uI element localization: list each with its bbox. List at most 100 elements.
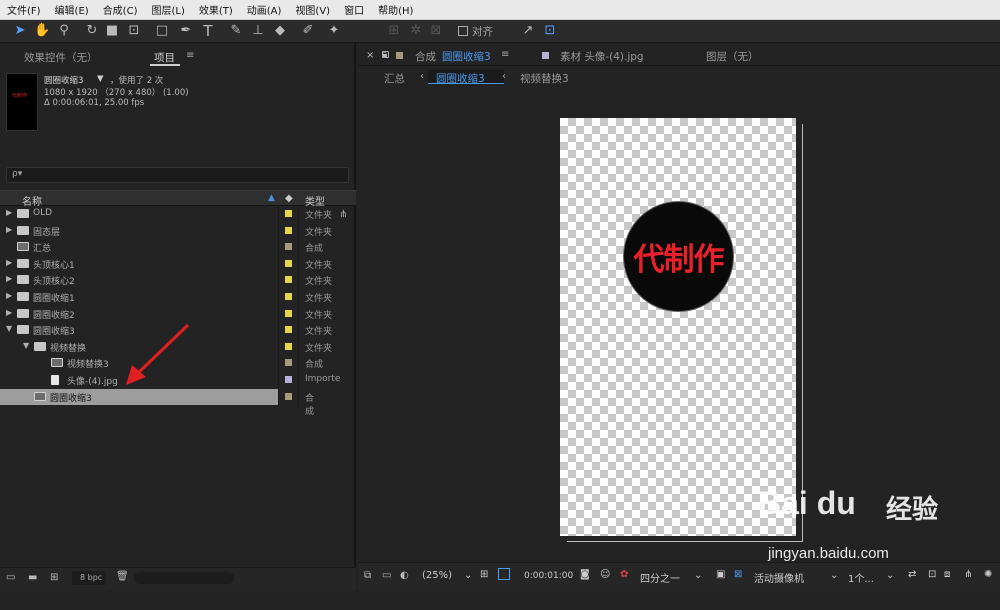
show-snapshot-icon[interactable]: ☺ [600, 569, 610, 580]
sort-ascending-icon[interactable]: ▲ [268, 193, 275, 203]
reset-exposure-icon[interactable]: ⇄ [908, 569, 916, 580]
panel-menu-icon[interactable]: ≡ [186, 50, 194, 61]
expand-right-icon[interactable]: ▶ [6, 225, 12, 234]
expand-right-icon[interactable]: ▶ [6, 308, 12, 317]
label-color-swatch[interactable] [285, 276, 292, 284]
label-color-swatch[interactable] [285, 226, 292, 234]
project-item-row[interactable]: 汇总 合成 [0, 239, 340, 255]
rotate-tool-icon[interactable]: ↻ [84, 23, 100, 39]
menu-effect[interactable]: 效果(T) [192, 2, 240, 17]
composition-viewer[interactable]: 代制作 [358, 91, 1000, 610]
snap-checkbox[interactable] [458, 26, 468, 36]
interpret-footage-icon[interactable]: ▭ [6, 572, 15, 583]
zoom-tool-icon[interactable]: ⚲ [56, 23, 72, 39]
chevron-down-icon[interactable]: ⌄ [886, 570, 894, 581]
fast-preview-icon[interactable]: ▣ [716, 569, 725, 580]
camera-select[interactable]: 活动摄像机 [754, 570, 804, 585]
project-item-row[interactable]: ▶ OLD 文件夹 [0, 206, 340, 222]
flowchart-icon[interactable]: ⋔ [339, 209, 347, 220]
label-color-swatch[interactable] [285, 259, 292, 267]
project-item-row[interactable]: 圆圈收缩3 合成 [0, 388, 314, 417]
thumbnail-scrollbar[interactable] [134, 572, 234, 584]
panel-menu-icon[interactable]: ≡ [501, 49, 509, 60]
close-tab-icon[interactable]: × [366, 50, 374, 61]
timeline-icon[interactable]: ⧈ [944, 569, 950, 580]
expand-right-icon[interactable]: ▶ [6, 274, 12, 283]
menu-animation[interactable]: 动画(A) [240, 2, 289, 17]
usage-dropdown-icon[interactable]: ▼ [97, 74, 104, 84]
black-circle-layer[interactable]: 代制作 [623, 201, 734, 312]
region-of-interest-icon[interactable] [498, 568, 510, 580]
tab-layer[interactable]: 图层（无） [706, 49, 759, 64]
project-item-row[interactable]: ▶ 圆圈收缩1 文件夹 [0, 289, 340, 305]
project-item-row[interactable]: ▶ 头顶核心2 文件夹 [0, 272, 340, 288]
chevron-down-icon[interactable]: ⌄ [830, 570, 838, 581]
tab-comp-prefix[interactable]: 合成 [415, 49, 436, 64]
label-color-swatch[interactable] [285, 210, 292, 217]
hand-tool-icon[interactable]: ✋ [34, 23, 50, 39]
expand-down-icon[interactable]: ▼ [6, 324, 12, 333]
label-color-swatch[interactable] [285, 342, 292, 350]
snapshot-icon[interactable]: ◙ [580, 569, 590, 580]
label-column-icon[interactable]: ◆ [285, 193, 293, 204]
project-item-row[interactable]: ▶ 固态层 文件夹 [0, 223, 340, 239]
roto-brush-tool-icon[interactable]: ✐ [300, 23, 316, 39]
tab-footage[interactable]: 素材 头像-(4).jpg [560, 49, 644, 64]
project-search-input[interactable]: ρ▾ [6, 167, 349, 183]
always-preview-icon[interactable]: ⧉ [364, 570, 371, 581]
new-folder-icon[interactable]: ▬ [28, 572, 37, 583]
new-composition-icon[interactable]: ⊞ [50, 572, 58, 583]
menu-edit[interactable]: 编辑(E) [48, 2, 96, 17]
flowchart-icon[interactable]: ⋔ [964, 569, 972, 580]
views-select[interactable]: 1个... [848, 570, 874, 585]
chevron-down-icon[interactable]: ⌄ [694, 570, 702, 581]
rectangle-tool-icon[interactable]: □ [154, 23, 170, 39]
tab-project[interactable]: 项目 [154, 50, 175, 65]
draft-3d-icon[interactable]: ⊡ [928, 569, 936, 580]
pan-behind-tool-icon[interactable]: ⊡ [126, 23, 142, 39]
breadcrumb-comp-a[interactable]: 汇总 [384, 71, 405, 86]
menu-window[interactable]: 窗口 [337, 2, 371, 17]
expand-down-icon[interactable]: ▼ [23, 341, 29, 350]
breadcrumb-comp-c[interactable]: 视频替换3 [520, 71, 569, 86]
clone-stamp-tool-icon[interactable]: ⊥ [250, 23, 266, 39]
label-color-swatch[interactable] [285, 376, 292, 383]
menu-layer[interactable]: 图层(L) [144, 2, 191, 17]
label-color-swatch[interactable] [285, 326, 292, 334]
chevron-down-icon[interactable]: ⌄ [464, 570, 472, 581]
menu-help[interactable]: 帮助(H) [371, 2, 420, 17]
menu-file[interactable]: 文件(F) [0, 2, 48, 17]
tab-composition[interactable]: 圆圈收缩3 [442, 49, 491, 64]
snap-options-icon[interactable]: ↗ [520, 23, 536, 39]
transparency-grid-icon[interactable]: ⊠ [734, 569, 742, 580]
camera-tool-icon[interactable]: ■ [104, 23, 120, 39]
local-axis-icon[interactable]: ⊞ [386, 23, 402, 39]
tab-effect-controls[interactable]: 效果控件（无） [24, 50, 98, 65]
label-color-swatch[interactable] [285, 293, 292, 300]
label-color-swatch[interactable] [285, 392, 292, 400]
label-color-swatch[interactable] [285, 243, 292, 251]
expand-right-icon[interactable]: ▶ [6, 258, 12, 267]
current-time[interactable]: 0:00:01:00 [524, 571, 573, 581]
selection-tool-icon[interactable]: ➤ [12, 23, 28, 39]
expand-right-icon[interactable]: ▶ [6, 291, 12, 300]
safe-zones-icon[interactable]: ⊞ [480, 569, 488, 580]
bpc-button[interactable]: 8 bpc [72, 571, 106, 585]
brush-tool-icon[interactable]: ✎ [228, 23, 244, 39]
menu-composition[interactable]: 合成(C) [96, 2, 145, 17]
mask-icon[interactable]: ◐ [400, 570, 409, 581]
monitor-icon[interactable]: ▭ [382, 570, 391, 581]
project-item-row[interactable]: ▶ 头顶核心1 文件夹 [0, 256, 340, 272]
label-color-swatch[interactable] [285, 309, 292, 317]
zoom-level[interactable]: (25%) [422, 570, 452, 581]
breadcrumb-comp-b[interactable]: 圆圈收缩3 [436, 71, 485, 86]
lock-icon[interactable] [382, 51, 389, 58]
world-axis-icon[interactable]: ✲ [408, 23, 424, 39]
expand-right-icon[interactable]: ▶ [6, 208, 12, 217]
delete-icon[interactable]: 🗑 [116, 571, 129, 582]
channel-icon[interactable]: ✿ [620, 569, 628, 580]
snap-edges-icon[interactable]: ⊡ [542, 23, 558, 39]
resolution-select[interactable]: 四分之一 [640, 570, 680, 585]
puppet-pin-tool-icon[interactable]: ✦ [326, 23, 342, 39]
pen-tool-icon[interactable]: ✒ [178, 23, 194, 39]
